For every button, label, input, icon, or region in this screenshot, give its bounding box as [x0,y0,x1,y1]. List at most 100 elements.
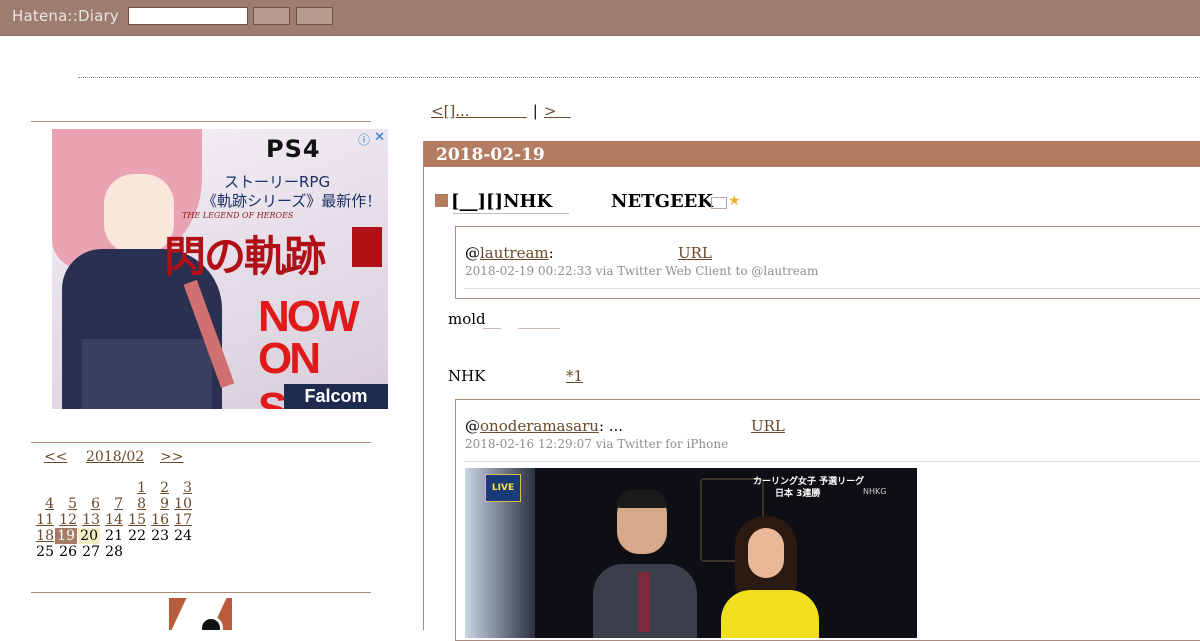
prev-entry-link[interactable]: <[]... [431,102,527,120]
calendar-day: 18 [31,528,54,544]
calendar-empty-cell [169,544,192,560]
calendar-day: 11 [31,512,54,528]
calendar-empty-cell [123,544,146,560]
calendar-empty-cell [54,480,77,496]
calendar-day-link[interactable]: 10 [174,496,192,512]
calendar-day-link[interactable]: 16 [151,512,169,528]
calendar-day: 24 [169,528,192,544]
ad-subtitle: THE LEGEND OF HEROES [182,211,294,220]
calendar-next-link[interactable]: >> [160,449,183,465]
tweet-user-link[interactable]: lautream [480,244,549,262]
calendar-week: 25 26 27 28 [31,544,192,560]
tweet-url-link[interactable]: URL [678,244,712,262]
entry-pager: <[]... | > [431,102,571,120]
calendar-day: 6 [77,496,100,512]
date-header: 2018-02-19 [424,141,1200,167]
calendar-day-text: 23 [151,528,169,544]
calendar-day-link[interactable]: 2 [160,480,169,496]
tweet-url-link[interactable]: URL [751,417,785,435]
calendar-day-link[interactable]: 7 [114,496,123,512]
pager-separator: | [532,102,538,120]
body-underline [483,328,501,329]
calendar-day: 2 [146,480,169,496]
calendar-day-link[interactable]: 4 [45,496,54,512]
tweet-user-link[interactable]: onoderamasaru [480,417,599,435]
tweet-meta: 2018-02-19 00:22:33 via Twitter Web Clie… [465,264,819,278]
tweet-photo[interactable]: LIVE カーリング女子 予選リーグ 日本 3連勝 NHKG [465,468,917,638]
search-input[interactable] [128,7,248,25]
entry-anchor-square[interactable] [435,194,448,207]
calendar-day-link[interactable]: 8 [137,496,146,512]
tweet-meta: 2018-02-16 12:29:07 via Twitter for iPho… [465,437,729,451]
ad-tagline-2: 《軌跡シリーズ》最新作！ [202,192,382,210]
photo-woman-top [721,590,819,638]
entry-title: [__][]NHK [435,191,552,212]
calendar-day-today: 20 [78,528,100,544]
calendar-day: 5 [54,496,77,512]
ad-title: 閃の軌跡 [164,232,326,281]
body-underline [518,328,560,329]
calendar-day-link[interactable]: 14 [105,512,123,528]
entry-body-text: NHK [448,367,486,385]
entry-date[interactable]: 2018-02-19 [436,145,545,165]
calendar-day-text: 26 [59,544,77,560]
calendar-day: 20 [77,528,100,544]
calendar-day: 16 [146,512,169,528]
site-logo[interactable]: Hatena::Diary [12,7,119,25]
star-icon[interactable]: ★ [728,193,741,209]
calendar-day: 19 [54,528,77,544]
sidebar-image-eye [199,616,223,630]
calendar-prev-link[interactable]: << [44,449,67,465]
calendar-day-link[interactable]: 5 [68,496,77,512]
calendar-empty-cell [77,480,100,496]
mail-icon[interactable] [711,197,727,209]
add-button[interactable] [296,7,333,25]
calendar-day-text: 28 [105,544,123,560]
sidebar-divider [31,121,371,122]
calendar-day-selected-link[interactable]: 19 [55,528,77,544]
calendar-day-link[interactable]: 9 [160,496,169,512]
calendar-day-link[interactable]: 6 [91,496,100,512]
tweet-divider [464,461,1200,462]
tweet-divider [464,288,1200,289]
entry-body-text: mold [448,310,486,328]
calendar-day-link[interactable]: 1 [137,480,146,496]
calendar-day-link[interactable]: 15 [128,512,146,528]
calendar-day-link[interactable]: 13 [82,512,100,528]
sidebar-image[interactable] [169,598,232,630]
tweet-colon: : ... [598,417,624,435]
calendar-day-link[interactable]: 12 [59,512,77,528]
calendar-day-link[interactable]: 11 [36,512,54,528]
calendar-day: 26 [54,544,77,560]
ad-close-icon[interactable]: ✕ [374,130,385,145]
calendar-day-link[interactable]: 18 [36,528,54,544]
calendar-week: 4 5 6 7 8 9 10 [31,496,192,512]
footnote-link[interactable]: *1 [566,367,583,385]
calendar-day: 15 [123,512,146,528]
calendar-empty-cell [146,544,169,560]
entry-title-text: [__][]NHK [451,191,553,212]
calendar-day-link[interactable]: 3 [183,480,192,496]
calendar-day: 1 [123,480,146,496]
calendar-day: 12 [54,512,77,528]
calendar-top-divider [31,442,371,443]
entry-title-underline [453,213,569,214]
search-button[interactable] [253,7,290,25]
ad-info-icon[interactable]: ⓘ [358,131,370,148]
live-badge: LIVE [485,474,521,502]
calendar-day: 17 [169,512,192,528]
calendar-grid: 1 2 3 4 5 6 7 8 9 10 11 12 13 14 15 16 17 18 19 20 21 22 23 24 2… [31,480,192,560]
calendar-day: 28 [100,544,123,560]
ad-title-numeral [352,227,382,267]
calendar-day: 7 [100,496,123,512]
calendar-day-link[interactable]: 17 [174,512,192,528]
calendar-month-link[interactable]: 2018/02 [86,449,144,465]
calendar-bottom-divider [31,592,371,593]
calendar-day: 27 [77,544,100,560]
advertisement[interactable]: ⓘ ✕ PS4 ストーリーRPG 《軌跡シリーズ》最新作！ THE LEGEND… [52,129,388,409]
tweet-at: @ [465,244,480,262]
calendar-day: 9 [146,496,169,512]
calendar-empty-cell [31,480,54,496]
entry-category: NETGEEK [611,191,714,212]
next-entry-link[interactable]: > [544,102,571,120]
